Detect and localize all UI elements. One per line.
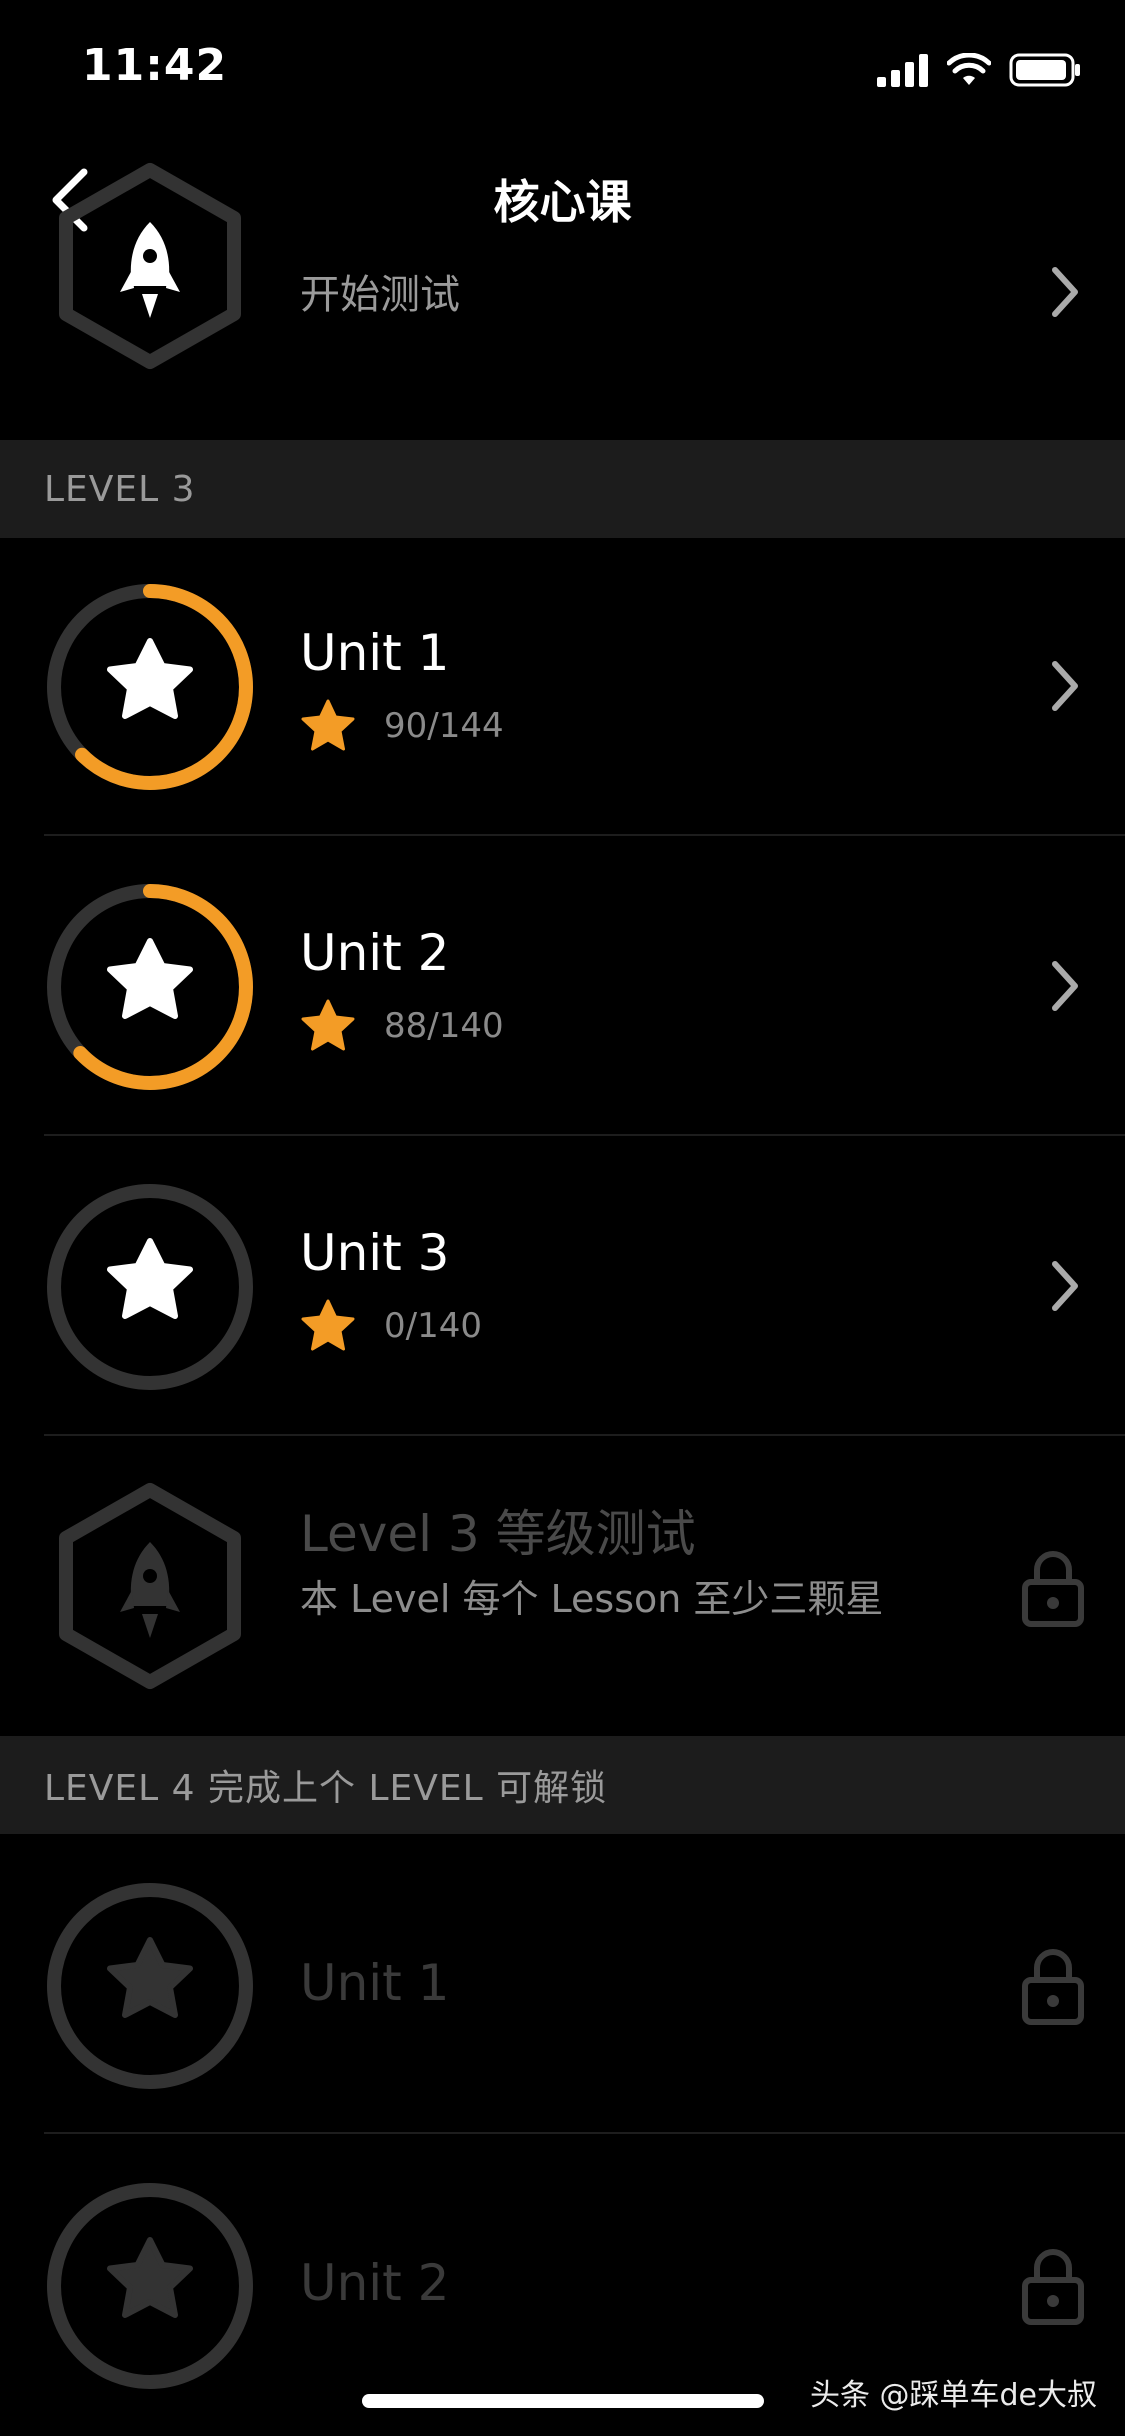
level3-unit-row[interactable]: Unit 2 88/140: [0, 836, 1125, 1136]
star-icon: [301, 1299, 355, 1351]
lock-icon: [1022, 2249, 1084, 2325]
level3-unit-row[interactable]: Unit 3 0/140: [0, 1136, 1125, 1436]
status-time: 11:42: [82, 40, 228, 91]
star-icon: [107, 1238, 193, 1319]
start-test-label: 开始测试: [300, 272, 460, 318]
star-icon: [107, 938, 193, 1019]
unit-title: Unit 2: [300, 924, 450, 982]
level-test-row[interactable]: Level 3 等级测试 本 Level 每个 Lesson 至少三颗星: [0, 1436, 1125, 1736]
battery-icon: [1009, 53, 1080, 87]
home-indicator[interactable]: [362, 2394, 764, 2408]
unit-score-text: 0/140: [384, 1306, 482, 1346]
status-icons: [877, 50, 1081, 90]
locked-unit-ring: [47, 2183, 253, 2389]
locked-unit-ring: [47, 1883, 253, 2089]
rocket-hexagon-icon: [59, 1483, 241, 1689]
unit-score: 0/140: [300, 1298, 482, 1354]
lock-icon: [1022, 1949, 1084, 2025]
unit-title: Unit 3: [300, 1224, 450, 1282]
rocket-hexagon-icon: [59, 163, 241, 369]
unit-progress-ring: [47, 584, 253, 790]
section-header-level-3: LEVEL 3: [0, 440, 1125, 538]
star-icon: [107, 638, 193, 719]
chevron-right-icon[interactable]: [1045, 1256, 1085, 1316]
unit-title: Unit 1: [300, 1954, 450, 2012]
unit-progress-ring: [47, 884, 253, 1090]
chevron-right-icon[interactable]: [1045, 956, 1085, 1016]
level-test-subtitle: 本 Level 每个 Lesson 至少三颗星: [300, 1577, 884, 1621]
level-test-title: Level 3 等级测试: [300, 1505, 696, 1563]
star-icon: [301, 699, 355, 751]
chevron-right-icon[interactable]: [1045, 656, 1085, 716]
signal-icon: [877, 54, 928, 87]
star-icon: [301, 999, 355, 1051]
wifi-icon: [947, 53, 991, 85]
chevron-right-icon[interactable]: [1045, 262, 1085, 322]
section-header-level-4: LEVEL 4 完成上个 LEVEL 可解锁: [0, 1736, 1125, 1834]
level4-unit-row[interactable]: Unit 1: [0, 1834, 1125, 2134]
unit-score-text: 90/144: [384, 706, 504, 746]
unit-title: Unit 2: [300, 2254, 450, 2312]
unit-score: 88/140: [300, 998, 504, 1054]
unit-progress-ring: [47, 1184, 253, 1390]
unit-score: 90/144: [300, 698, 504, 754]
unit-title: Unit 1: [300, 624, 450, 682]
start-test-row[interactable]: 开始测试: [0, 163, 1125, 440]
unit-score-text: 88/140: [384, 1006, 504, 1046]
lock-icon: [1022, 1551, 1084, 1627]
watermark: 头条 @踩单车de大叔: [809, 2378, 1097, 2413]
level3-unit-row[interactable]: Unit 1 90/144: [0, 538, 1125, 836]
